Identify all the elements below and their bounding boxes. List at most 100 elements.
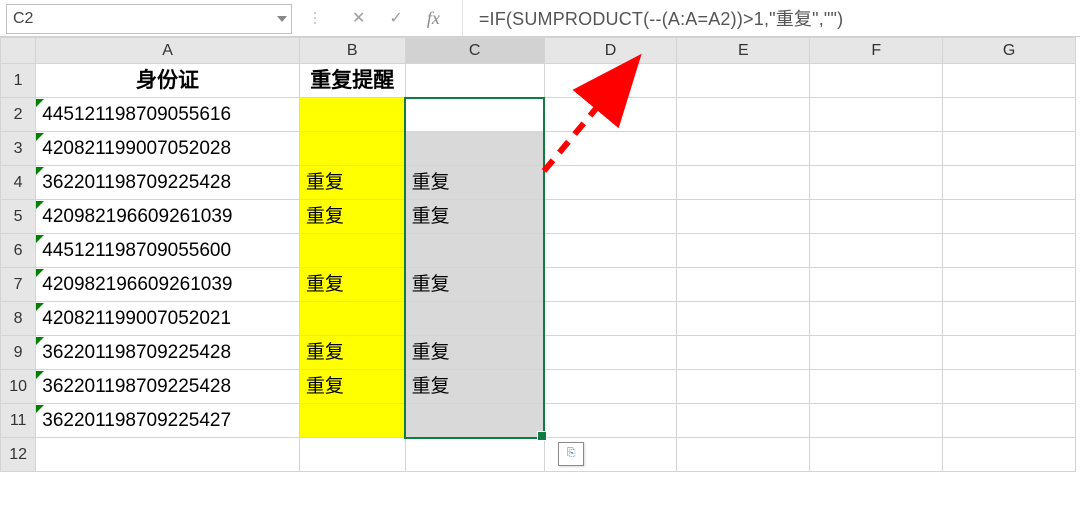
cell[interactable] xyxy=(677,336,810,370)
cell[interactable]: 445121198709055600 xyxy=(36,234,300,268)
cell[interactable] xyxy=(677,438,810,472)
formula-input[interactable]: =IF(SUMPRODUCT(--(A:A=A2))>1,"重复","") xyxy=(462,0,1080,36)
cell[interactable]: 重复提醒 xyxy=(299,64,405,98)
cell[interactable] xyxy=(810,268,943,302)
row-header[interactable]: 9 xyxy=(1,336,36,370)
cell[interactable] xyxy=(943,234,1076,268)
cell[interactable]: 重复 xyxy=(405,336,544,370)
col-header-C[interactable]: C xyxy=(405,38,544,64)
cell[interactable] xyxy=(943,132,1076,166)
row-header[interactable]: 11 xyxy=(1,404,36,438)
cell[interactable] xyxy=(810,404,943,438)
row-header[interactable]: 12 xyxy=(1,438,36,472)
cell[interactable] xyxy=(943,268,1076,302)
cell[interactable]: 重复 xyxy=(405,166,544,200)
row-header[interactable]: 2 xyxy=(1,98,36,132)
cell[interactable] xyxy=(405,64,544,98)
cell[interactable] xyxy=(299,234,405,268)
cell[interactable]: 重复 xyxy=(299,166,405,200)
cell[interactable]: 445121198709055616 xyxy=(36,98,300,132)
cell[interactable] xyxy=(677,98,810,132)
cell[interactable] xyxy=(544,404,677,438)
cell[interactable] xyxy=(677,234,810,268)
row-header[interactable]: 5 xyxy=(1,200,36,234)
cell[interactable] xyxy=(405,98,544,132)
cell[interactable] xyxy=(544,132,677,166)
cell[interactable] xyxy=(677,200,810,234)
cell[interactable]: 身份证 xyxy=(36,64,300,98)
cell[interactable] xyxy=(544,200,677,234)
cell[interactable] xyxy=(405,302,544,336)
cell[interactable] xyxy=(810,438,943,472)
paste-options-button[interactable]: ⎘ xyxy=(558,442,584,466)
cell[interactable]: 362201198709225427 xyxy=(36,404,300,438)
cell[interactable] xyxy=(677,302,810,336)
cell[interactable] xyxy=(544,302,677,336)
cell[interactable] xyxy=(810,64,943,98)
fx-icon[interactable]: fx xyxy=(427,8,440,29)
cell[interactable] xyxy=(299,98,405,132)
cell[interactable]: 重复 xyxy=(299,336,405,370)
cell[interactable] xyxy=(405,234,544,268)
cell[interactable]: 重复 xyxy=(405,370,544,404)
cell[interactable] xyxy=(299,404,405,438)
cell[interactable] xyxy=(677,132,810,166)
row-header[interactable]: 7 xyxy=(1,268,36,302)
cell[interactable] xyxy=(810,132,943,166)
cell[interactable]: 重复 xyxy=(299,200,405,234)
col-header-F[interactable]: F xyxy=(810,38,943,64)
cell[interactable] xyxy=(544,336,677,370)
cell[interactable] xyxy=(405,438,544,472)
cell[interactable] xyxy=(677,404,810,438)
cell[interactable]: 420821199007052021 xyxy=(36,302,300,336)
cell[interactable] xyxy=(943,64,1076,98)
cell[interactable] xyxy=(810,200,943,234)
select-all-corner[interactable] xyxy=(1,38,36,64)
cell[interactable]: 362201198709225428 xyxy=(36,166,300,200)
cell[interactable]: 362201198709225428 xyxy=(36,370,300,404)
cell[interactable] xyxy=(810,166,943,200)
cell[interactable] xyxy=(405,132,544,166)
cell[interactable] xyxy=(810,98,943,132)
cancel-icon[interactable]: ✕ xyxy=(352,8,365,28)
cell[interactable]: 420982196609261039 xyxy=(36,268,300,302)
cell[interactable] xyxy=(677,64,810,98)
cell[interactable]: 362201198709225428 xyxy=(36,336,300,370)
row-header[interactable]: 4 xyxy=(1,166,36,200)
cell[interactable] xyxy=(677,370,810,404)
col-header-B[interactable]: B xyxy=(299,38,405,64)
cell[interactable] xyxy=(943,166,1076,200)
row-header[interactable]: 6 xyxy=(1,234,36,268)
cell[interactable] xyxy=(943,438,1076,472)
cell[interactable] xyxy=(544,370,677,404)
col-header-G[interactable]: G xyxy=(943,38,1076,64)
cell[interactable]: 420821199007052028 xyxy=(36,132,300,166)
spreadsheet-grid[interactable]: A B C D E F G 1 身份证 重复提醒 244512119 xyxy=(0,37,1076,472)
cell[interactable] xyxy=(299,302,405,336)
row-header[interactable]: 1 xyxy=(1,64,36,98)
cell[interactable]: 重复 xyxy=(299,370,405,404)
cell[interactable] xyxy=(943,98,1076,132)
cell[interactable]: 重复 xyxy=(405,268,544,302)
col-header-E[interactable]: E xyxy=(677,38,810,64)
row-header[interactable]: 3 xyxy=(1,132,36,166)
cell[interactable] xyxy=(677,166,810,200)
cell[interactable] xyxy=(943,336,1076,370)
confirm-icon[interactable]: ✓ xyxy=(389,8,402,28)
cell[interactable] xyxy=(943,200,1076,234)
name-box-resize-handle[interactable] xyxy=(292,0,338,36)
chevron-down-icon[interactable] xyxy=(273,16,291,22)
col-header-D[interactable]: D xyxy=(544,38,677,64)
row-header[interactable]: 10 xyxy=(1,370,36,404)
cell[interactable] xyxy=(544,166,677,200)
cell[interactable] xyxy=(544,268,677,302)
cell[interactable] xyxy=(943,370,1076,404)
cell[interactable] xyxy=(544,98,677,132)
cell[interactable] xyxy=(810,336,943,370)
cell[interactable] xyxy=(677,268,810,302)
cell[interactable] xyxy=(810,234,943,268)
cell[interactable] xyxy=(405,404,544,438)
col-header-A[interactable]: A xyxy=(36,38,300,64)
cell[interactable] xyxy=(943,302,1076,336)
cell[interactable]: 重复 xyxy=(405,200,544,234)
